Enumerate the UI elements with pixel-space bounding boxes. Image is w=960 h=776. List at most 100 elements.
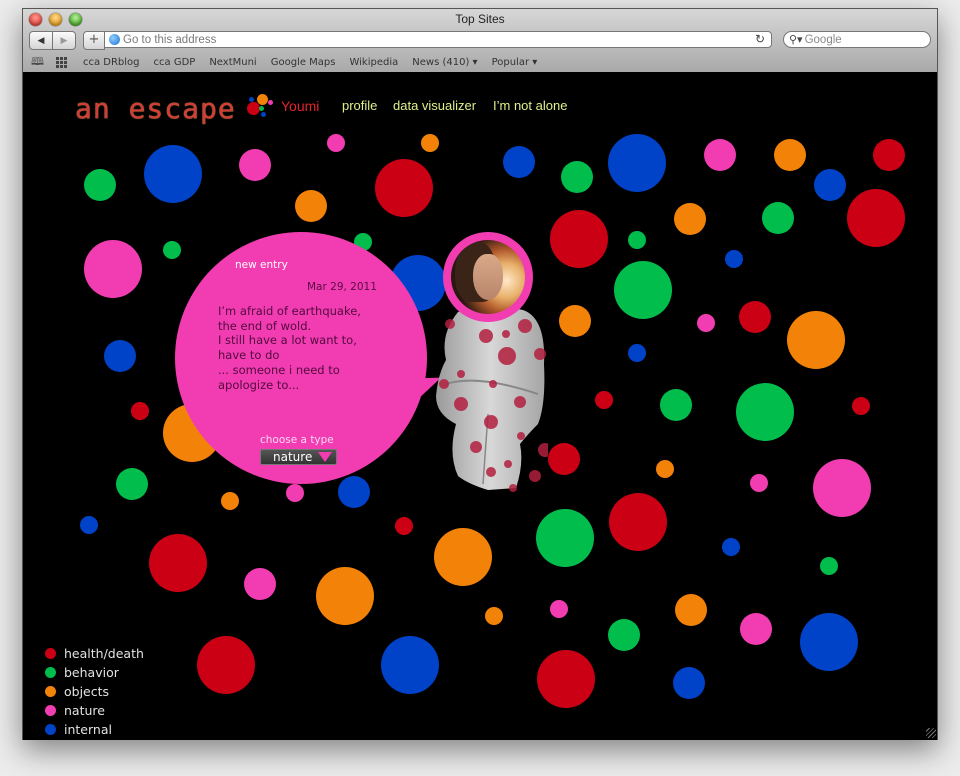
entry-dot-behavior[interactable] bbox=[608, 619, 640, 651]
site-logo[interactable]: an escape bbox=[75, 92, 236, 125]
entry-dot-health-death[interactable] bbox=[595, 391, 613, 409]
entry-dot-health-death[interactable] bbox=[375, 159, 433, 217]
entry-dot-nature[interactable] bbox=[697, 314, 715, 332]
entry-dot-behavior[interactable] bbox=[536, 509, 594, 567]
entry-dot-nature[interactable] bbox=[239, 149, 271, 181]
entry-dot-behavior[interactable] bbox=[84, 169, 116, 201]
entry-dot-objects[interactable] bbox=[774, 139, 806, 171]
window-resize-handle[interactable] bbox=[926, 728, 936, 738]
bookmarks-bar: 🕮 cca DRblog cca GDP NextMuni Google Map… bbox=[31, 53, 551, 72]
legend-behavior[interactable]: behavior bbox=[45, 663, 144, 682]
entry-dot-health-death[interactable] bbox=[149, 534, 207, 592]
user-avatar[interactable] bbox=[443, 232, 533, 322]
entry-dot-internal[interactable] bbox=[725, 250, 743, 268]
entry-dot-objects[interactable] bbox=[295, 190, 327, 222]
entry-dot-nature[interactable] bbox=[550, 600, 568, 618]
entry-dot-objects[interactable] bbox=[434, 528, 492, 586]
entry-dot-health-death[interactable] bbox=[548, 443, 580, 475]
entry-text[interactable]: I’m afraid of earthquake, the end of wol… bbox=[218, 304, 418, 392]
entry-dot-nature[interactable] bbox=[286, 484, 304, 502]
new-entry-label[interactable]: new entry bbox=[235, 259, 288, 271]
bookmark-cca-gdp[interactable]: cca GDP bbox=[154, 57, 196, 68]
nav-data-visualizer[interactable]: data visualizer bbox=[393, 98, 476, 113]
entry-dot-internal[interactable] bbox=[104, 340, 136, 372]
bookmark-nextmuni[interactable]: NextMuni bbox=[209, 57, 256, 68]
entry-dot-nature[interactable] bbox=[327, 134, 345, 152]
entry-dot-health-death[interactable] bbox=[197, 636, 255, 694]
entry-dot-objects[interactable] bbox=[421, 134, 439, 152]
entry-type-value: nature bbox=[273, 450, 313, 464]
legend-health-death[interactable]: health/death bbox=[45, 644, 144, 663]
entry-dot-objects[interactable] bbox=[221, 492, 239, 510]
top-sites-grid-icon[interactable] bbox=[55, 57, 67, 68]
entry-dot-objects[interactable] bbox=[559, 305, 591, 337]
entry-dot-behavior[interactable] bbox=[163, 241, 181, 259]
entry-dot-health-death[interactable] bbox=[847, 189, 905, 247]
entry-dot-objects[interactable] bbox=[485, 607, 503, 625]
entry-dot-health-death[interactable] bbox=[609, 493, 667, 551]
entry-dot-nature[interactable] bbox=[84, 240, 142, 298]
entry-dot-health-death[interactable] bbox=[131, 402, 149, 420]
entry-dot-internal[interactable] bbox=[608, 134, 666, 192]
entry-dot-nature[interactable] bbox=[740, 613, 772, 645]
search-field[interactable]: ⚲▾ Google bbox=[783, 31, 931, 48]
entry-dot-health-death[interactable] bbox=[739, 301, 771, 333]
entry-dot-health-death[interactable] bbox=[852, 397, 870, 415]
entry-dot-internal[interactable] bbox=[503, 146, 535, 178]
back-button[interactable]: ◀ bbox=[29, 31, 53, 50]
legend-label: internal bbox=[64, 722, 112, 737]
entry-dot-health-death[interactable] bbox=[550, 210, 608, 268]
entry-dot-behavior[interactable] bbox=[762, 202, 794, 234]
entry-dot-behavior[interactable] bbox=[116, 468, 148, 500]
entry-dot-behavior[interactable] bbox=[660, 389, 692, 421]
entry-dot-internal[interactable] bbox=[338, 476, 370, 508]
entry-dot-nature[interactable] bbox=[813, 459, 871, 517]
legend-objects[interactable]: objects bbox=[45, 682, 144, 701]
entry-dot-internal[interactable] bbox=[800, 613, 858, 671]
bookmark-wikipedia[interactable]: Wikipedia bbox=[349, 57, 398, 68]
entry-dot-internal[interactable] bbox=[80, 516, 98, 534]
user-name-link[interactable]: Youmi bbox=[281, 98, 319, 114]
entry-dot-nature[interactable] bbox=[704, 139, 736, 171]
legend-label: health/death bbox=[64, 646, 144, 661]
objects-swatch-icon bbox=[45, 686, 56, 697]
entry-dot-behavior[interactable] bbox=[614, 261, 672, 319]
bookmark-popular-folder[interactable]: Popular ▾ bbox=[492, 57, 538, 68]
entry-dot-health-death[interactable] bbox=[395, 517, 413, 535]
entry-dot-internal[interactable] bbox=[381, 636, 439, 694]
entry-type-select[interactable]: nature bbox=[260, 449, 337, 465]
entry-dot-internal[interactable] bbox=[722, 538, 740, 556]
entry-dot-behavior[interactable] bbox=[628, 231, 646, 249]
add-bookmark-button[interactable]: + bbox=[83, 31, 105, 50]
entry-dot-objects[interactable] bbox=[674, 203, 706, 235]
entry-dot-nature[interactable] bbox=[244, 568, 276, 600]
entry-dot-internal[interactable] bbox=[628, 344, 646, 362]
category-legend: health/death behavior objects nature int… bbox=[45, 644, 144, 739]
entry-dot-internal[interactable] bbox=[673, 667, 705, 699]
entry-dot-health-death[interactable] bbox=[873, 139, 905, 171]
reload-icon[interactable]: ↻ bbox=[755, 32, 765, 46]
entry-dot-behavior[interactable] bbox=[820, 557, 838, 575]
user-dots-icon bbox=[247, 94, 275, 117]
entry-dot-behavior[interactable] bbox=[561, 161, 593, 193]
entry-dot-behavior[interactable] bbox=[736, 383, 794, 441]
nav-profile[interactable]: profile bbox=[342, 98, 377, 113]
nav-im-not-alone[interactable]: I’m not alone bbox=[493, 98, 567, 113]
entry-dot-internal[interactable] bbox=[814, 169, 846, 201]
legend-internal[interactable]: internal bbox=[45, 720, 144, 739]
entry-dot-objects[interactable] bbox=[316, 567, 374, 625]
bookmark-news-folder[interactable]: News (410) ▾ bbox=[412, 57, 477, 68]
entry-dot-nature[interactable] bbox=[750, 474, 768, 492]
entry-dot-objects[interactable] bbox=[787, 311, 845, 369]
entry-dot-objects[interactable] bbox=[656, 460, 674, 478]
internal-swatch-icon bbox=[45, 724, 56, 735]
legend-nature[interactable]: nature bbox=[45, 701, 144, 720]
forward-button[interactable]: ▶ bbox=[53, 31, 76, 50]
entry-dot-internal[interactable] bbox=[144, 145, 202, 203]
entry-dot-objects[interactable] bbox=[675, 594, 707, 626]
bookmark-cca-drblog[interactable]: cca DRblog bbox=[83, 57, 140, 68]
entry-dot-health-death[interactable] bbox=[537, 650, 595, 708]
bookmark-google-maps[interactable]: Google Maps bbox=[271, 57, 336, 68]
book-icon[interactable]: 🕮 bbox=[31, 53, 44, 72]
address-bar[interactable]: Go to this address ↻ bbox=[104, 31, 772, 48]
